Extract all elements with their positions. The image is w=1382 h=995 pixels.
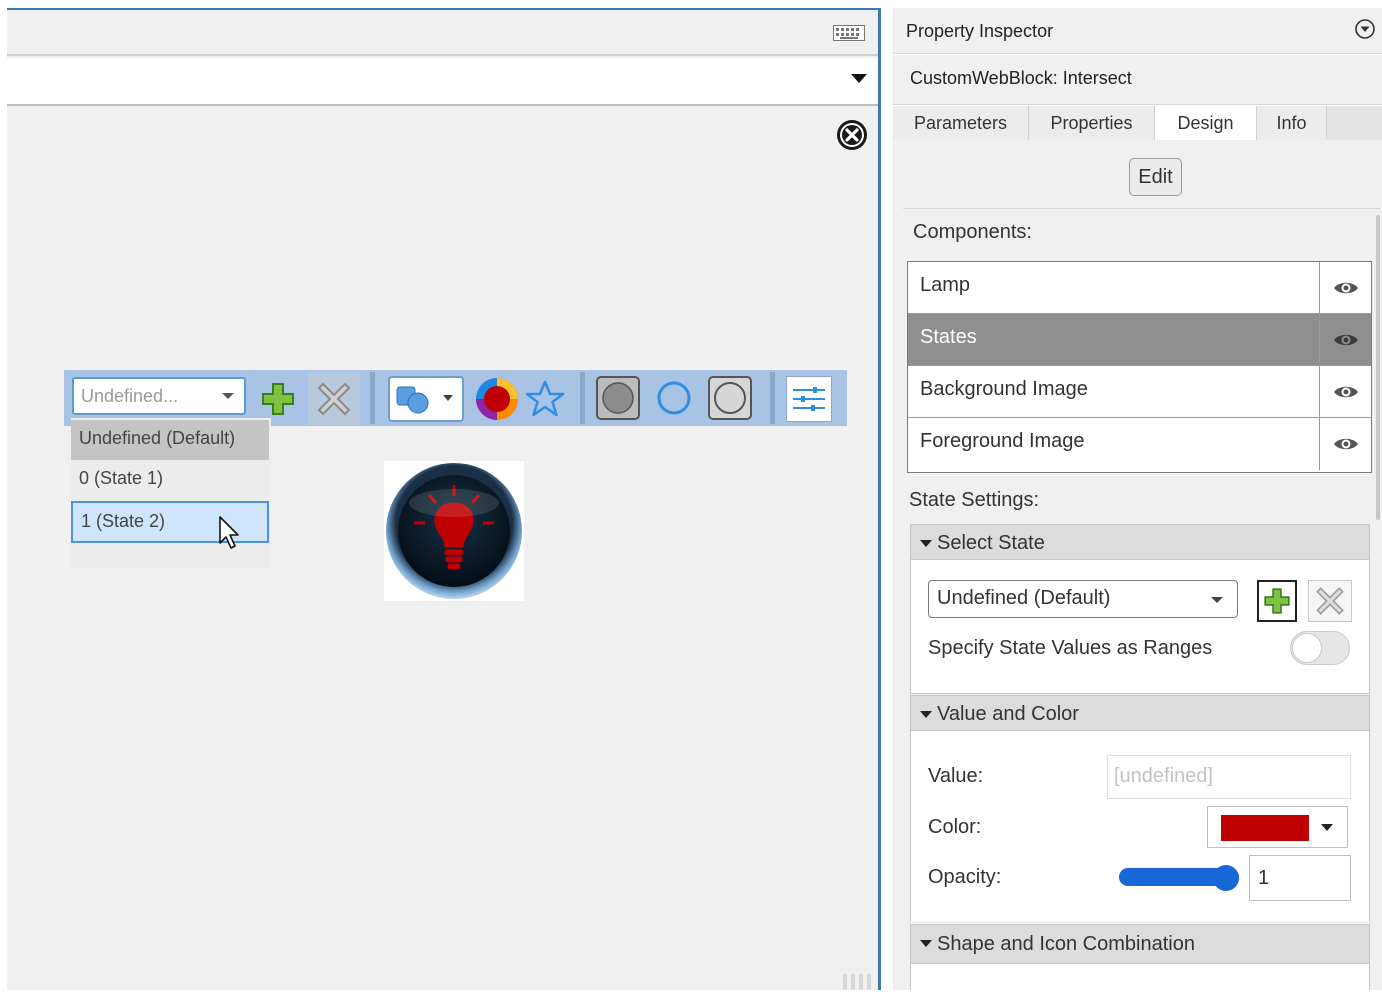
component-label: States	[920, 326, 977, 348]
state-option-undefined[interactable]: Undefined (Default)	[71, 420, 269, 460]
value-input[interactable]: [undefined]	[1107, 755, 1351, 799]
components-table: Lamp States Background Image Foreground …	[907, 261, 1372, 473]
component-label: Lamp	[920, 274, 971, 296]
value-color-section-header[interactable]: Value and Color	[910, 695, 1370, 731]
inspector-tabs: Parameters Properties Design Info	[893, 106, 1382, 141]
state-combo-value: Undefined (Default)	[937, 587, 1111, 609]
keyboard-icon[interactable]	[833, 25, 865, 46]
section-title: Select State	[937, 532, 1045, 554]
eye-icon[interactable]	[1319, 262, 1372, 314]
ranges-toggle-switch[interactable]	[1290, 631, 1350, 665]
tab-label: Parameters	[913, 112, 1008, 133]
lamp-block[interactable]	[384, 461, 524, 601]
opacity-input[interactable]: 1	[1249, 855, 1351, 901]
state-select-combobox[interactable]: Undefined (Default)	[928, 580, 1238, 618]
chevron-down-icon	[1211, 597, 1223, 603]
shape-icon-section-header[interactable]: Shape and Icon Combination	[910, 924, 1370, 964]
component-row-background-image[interactable]: Background Image	[908, 366, 1371, 418]
state-option-label: 1 (State 2)	[81, 511, 166, 531]
settings-sliders-icon[interactable]	[786, 376, 832, 422]
tab-label: Design	[1177, 113, 1234, 133]
circle-outline-icon[interactable]	[652, 376, 696, 420]
state-select-dropdown[interactable]: Undefined...	[72, 377, 246, 415]
block-name-row: CustomWebBlock: Intersect	[893, 55, 1382, 105]
block-name: CustomWebBlock: Intersect	[910, 68, 1132, 88]
outline-shape-icon[interactable]	[707, 375, 753, 421]
delete-state-icon[interactable]	[308, 373, 360, 425]
state-option-label: Undefined (Default)	[79, 428, 236, 448]
chevron-down-icon[interactable]	[851, 74, 867, 83]
opacity-slider-thumb[interactable]	[1213, 865, 1239, 891]
state-select-value: Undefined...	[81, 386, 179, 406]
opacity-label: Opacity:	[928, 866, 1002, 888]
tab-design[interactable]: Design	[1155, 106, 1257, 141]
inspector-title: Property Inspector	[906, 21, 1054, 41]
section-title: Value and Color	[937, 703, 1079, 725]
star-icon[interactable]	[524, 378, 566, 420]
canvas-toolbar	[7, 10, 878, 56]
eye-icon[interactable]	[1319, 366, 1372, 418]
triangle-down-icon	[920, 540, 932, 547]
divider	[903, 208, 1381, 209]
component-label: Background Image	[920, 378, 1088, 400]
component-label: Foreground Image	[920, 430, 1085, 452]
edit-button[interactable]: Edit	[1129, 158, 1182, 196]
add-state-icon[interactable]	[258, 380, 298, 418]
select-state-section-header[interactable]: Select State	[910, 524, 1370, 560]
section-title: Shape and Icon Combination	[937, 933, 1195, 955]
shape-icon-section-body	[910, 964, 1370, 990]
component-row-states[interactable]: States	[908, 314, 1371, 366]
tab-label: Info	[1276, 112, 1307, 133]
tab-label: Properties	[1050, 112, 1133, 133]
color-wheel-icon[interactable]	[474, 376, 520, 422]
state-option-label: 0 (State 1)	[79, 468, 164, 488]
resize-grip-icon[interactable]	[841, 972, 875, 990]
value-label: Value:	[928, 765, 984, 787]
lightbulb-lamp-icon	[386, 463, 522, 599]
add-state-icon[interactable]	[1257, 580, 1297, 622]
components-label: Components:	[913, 221, 1032, 243]
opacity-value: 1	[1258, 867, 1270, 889]
tab-info[interactable]: Info	[1257, 106, 1327, 140]
color-swatch	[1221, 815, 1309, 841]
collapse-menu-icon[interactable]	[1354, 18, 1376, 45]
eye-icon[interactable]	[1319, 314, 1372, 366]
inspector-header: Property Inspector	[893, 8, 1382, 54]
value-placeholder: [undefined]	[1114, 765, 1213, 787]
chevron-down-icon	[1321, 824, 1333, 831]
close-icon[interactable]	[835, 118, 869, 157]
mouse-cursor-icon	[218, 515, 244, 556]
color-label: Color:	[928, 816, 982, 838]
component-row-lamp[interactable]: Lamp	[908, 262, 1371, 314]
delete-state-icon[interactable]	[1308, 580, 1352, 622]
state-settings-label: State Settings:	[909, 489, 1040, 511]
ranges-label: Specify State Values as Ranges	[928, 637, 1213, 659]
panel-scrollbar[interactable]	[1376, 215, 1380, 520]
shape-picker-button[interactable]	[388, 376, 464, 422]
component-row-foreground-image[interactable]: Foreground Image	[908, 418, 1371, 470]
color-picker-dropdown[interactable]	[1207, 806, 1348, 848]
tab-parameters[interactable]: Parameters	[893, 106, 1029, 140]
canvas-combo-row[interactable]	[7, 58, 878, 106]
tab-properties[interactable]: Properties	[1029, 106, 1155, 140]
state-option-state-1[interactable]: 0 (State 1)	[71, 460, 269, 500]
chevron-down-icon	[222, 393, 234, 399]
eye-icon[interactable]	[1319, 418, 1372, 470]
triangle-down-icon	[920, 940, 932, 947]
filled-shape-icon[interactable]	[595, 375, 641, 421]
triangle-down-icon	[920, 711, 932, 718]
